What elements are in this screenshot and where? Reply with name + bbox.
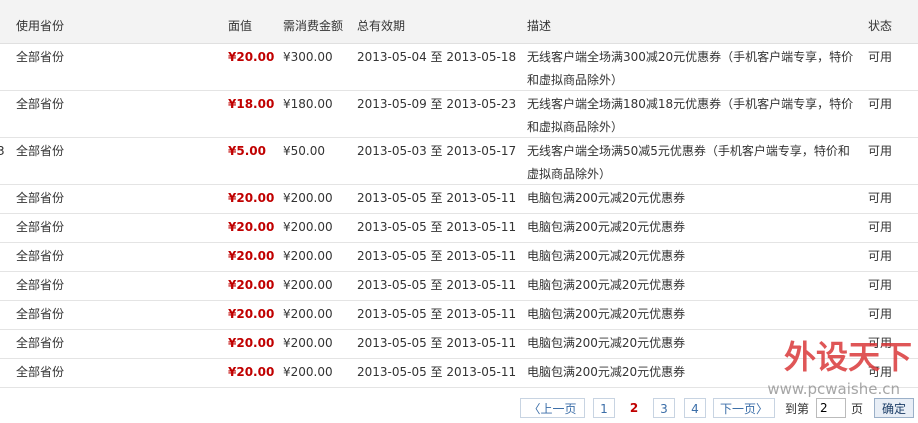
row-face-value: ¥18.00: [228, 97, 275, 111]
row-validity: 2013-05-04 至 2013-05-18: [357, 50, 517, 64]
watermark-brand: 外设天下: [784, 338, 912, 376]
row-face-value: ¥20.00: [228, 336, 275, 350]
row-face-value: ¥5.00: [228, 144, 266, 158]
goto-page-input[interactable]: [816, 398, 846, 418]
row-description: 电脑包满200元减20元优惠券: [527, 277, 857, 294]
table-row: 全部省份 ¥20.00 ¥200.00 2013-05-05 至 2013-05-11…: [0, 243, 918, 272]
row-province: 全部省份: [16, 278, 65, 292]
prev-page-button[interactable]: 〈上一页: [520, 398, 585, 418]
row-description-line-2: 虚拟商品除外）: [527, 167, 612, 181]
row-min-amount: ¥180.00: [283, 97, 333, 111]
row-min-amount: ¥200.00: [283, 220, 333, 234]
row-validity: 2013-05-03 至 2013-05-17: [357, 144, 517, 158]
row-status: 可用: [868, 97, 893, 111]
row-face-value: ¥20.00: [228, 365, 275, 379]
row-status: 可用: [868, 249, 893, 263]
row-province: 全部省份: [16, 307, 65, 321]
row-min-amount: ¥300.00: [283, 50, 333, 64]
row-province: 全部省份: [16, 336, 65, 350]
row-face-value: ¥20.00: [228, 278, 275, 292]
row-description: 电脑包满200元减20元优惠券: [527, 248, 857, 265]
row-validity: 2013-05-05 至 2013-05-11: [357, 336, 517, 350]
table-row: 全部省份 ¥20.00 ¥200.00 2013-05-05 至 2013-05-11…: [0, 185, 918, 214]
row-description-line-1: 无线客户端全场满180减18元优惠券（手机客户端专享，特价: [527, 97, 854, 111]
row-status: 可用: [868, 50, 893, 64]
row-status: 可用: [868, 144, 893, 158]
watermark-url: www.pcwaishe.cn: [767, 380, 900, 398]
row-province: 全部省份: [16, 50, 65, 64]
row-description-line-1: 电脑包满200元减20元优惠券: [527, 220, 686, 234]
header-validity: 总有效期: [357, 19, 406, 33]
page-button-1[interactable]: 1: [593, 398, 615, 418]
row-face-value: ¥20.00: [228, 307, 275, 321]
row-min-amount: ¥200.00: [283, 249, 333, 263]
table-row: 全部省份 ¥20.00 ¥200.00 2013-05-05 至 2013-05-11…: [0, 214, 918, 243]
page-button-current: 2: [629, 401, 639, 415]
row-face-value: ¥20.00: [228, 249, 275, 263]
row-face-value: ¥20.00: [228, 191, 275, 205]
row-description-line-2: 和虚拟商品除外）: [527, 120, 624, 134]
header-province: 使用省份: [16, 19, 65, 33]
header-face-value: 面值: [228, 19, 253, 33]
row-description: 无线客户端全场满300减20元优惠券（手机客户端专享，特价 和虚拟商品除外）: [527, 46, 857, 92]
table-row: 全部省份 ¥20.00 ¥300.00 2013-05-04 至 2013-05-18…: [0, 44, 918, 91]
row-description-line-1: 无线客户端全场满50减5元优惠券（手机客户端专享，特价和: [527, 144, 850, 158]
table-row: 全部省份 ¥18.00 ¥180.00 2013-05-09 至 2013-05-23…: [0, 91, 918, 138]
row-description-line-1: 无线客户端全场满300减20元优惠券（手机客户端专享，特价: [527, 50, 854, 64]
table-header: 使用省份 面值 需消费金额 总有效期 描述 状态: [0, 0, 918, 44]
row-min-amount: ¥200.00: [283, 365, 333, 379]
row-status: 可用: [868, 307, 893, 321]
row-face-value: ¥20.00: [228, 220, 275, 234]
header-min-amount: 需消费金额: [283, 19, 344, 33]
row-validity: 2013-05-05 至 2013-05-11: [357, 249, 517, 263]
row-province: 全部省份: [16, 249, 65, 263]
row-description: 无线客户端全场满50减5元优惠券（手机客户端专享，特价和 虚拟商品除外）: [527, 140, 857, 186]
row-description-line-1: 电脑包满200元减20元优惠券: [527, 278, 686, 292]
row-description: 电脑包满200元减20元优惠券: [527, 190, 857, 207]
table-row: 全部省份 ¥20.00 ¥200.00 2013-05-05 至 2013-05-11…: [0, 272, 918, 301]
row-province: 全部省份: [16, 220, 65, 234]
row-validity: 2013-05-05 至 2013-05-11: [357, 220, 517, 234]
next-page-button[interactable]: 下一页〉: [713, 398, 775, 418]
header-status: 状态: [868, 19, 893, 33]
pcwaishe-watermark: 外设天下 www.pcwaishe.cn: [767, 338, 912, 398]
table-row: 全部省份 ¥20.00 ¥200.00 2013-05-05 至 2013-05-11…: [0, 301, 918, 330]
row-validity: 2013-05-09 至 2013-05-23: [357, 97, 517, 111]
row-min-amount: ¥200.00: [283, 278, 333, 292]
table-row: 3 全部省份 ¥5.00 ¥50.00 2013-05-03 至 2013-05-17 可…: [0, 138, 918, 185]
header-description: 描述: [527, 19, 552, 33]
row-min-amount: ¥200.00: [283, 191, 333, 205]
row-province: 全部省份: [16, 97, 65, 111]
row-min-amount: ¥200.00: [283, 307, 333, 321]
page-button-3[interactable]: 3: [653, 398, 675, 418]
row-province: 全部省份: [16, 144, 65, 158]
row-description-line-1: 电脑包满200元减20元优惠券: [527, 249, 686, 263]
row-status: 可用: [868, 278, 893, 292]
row-status: 可用: [868, 220, 893, 234]
row-min-amount: ¥50.00: [283, 144, 325, 158]
row-description: 无线客户端全场满180减18元优惠券（手机客户端专享，特价 和虚拟商品除外）: [527, 93, 857, 139]
goto-prefix: 到第: [785, 402, 810, 416]
confirm-button[interactable]: 确定: [874, 398, 914, 418]
row-validity: 2013-05-05 至 2013-05-11: [357, 307, 517, 321]
row-province: 全部省份: [16, 365, 65, 379]
row-face-value: ¥20.00: [228, 50, 275, 64]
row-description-line-2: 和虚拟商品除外）: [527, 73, 624, 87]
pagination: 〈上一页 1 2 3 4 下一页〉 到第 页 确定: [0, 398, 918, 420]
row-description-line-1: 电脑包满200元减20元优惠券: [527, 307, 686, 321]
row-validity: 2013-05-05 至 2013-05-11: [357, 365, 517, 379]
row-province: 全部省份: [16, 191, 65, 205]
row-description-line-1: 电脑包满200元减20元优惠券: [527, 191, 686, 205]
page-button-4[interactable]: 4: [684, 398, 706, 418]
row-min-amount: ¥200.00: [283, 336, 333, 350]
row-edge-label: 3: [0, 144, 5, 158]
row-status: 可用: [868, 191, 893, 205]
goto-suffix: 页: [851, 402, 864, 416]
row-description: 电脑包满200元减20元优惠券: [527, 306, 857, 323]
row-validity: 2013-05-05 至 2013-05-11: [357, 278, 517, 292]
row-validity: 2013-05-05 至 2013-05-11: [357, 191, 517, 205]
row-description: 电脑包满200元减20元优惠券: [527, 219, 857, 236]
